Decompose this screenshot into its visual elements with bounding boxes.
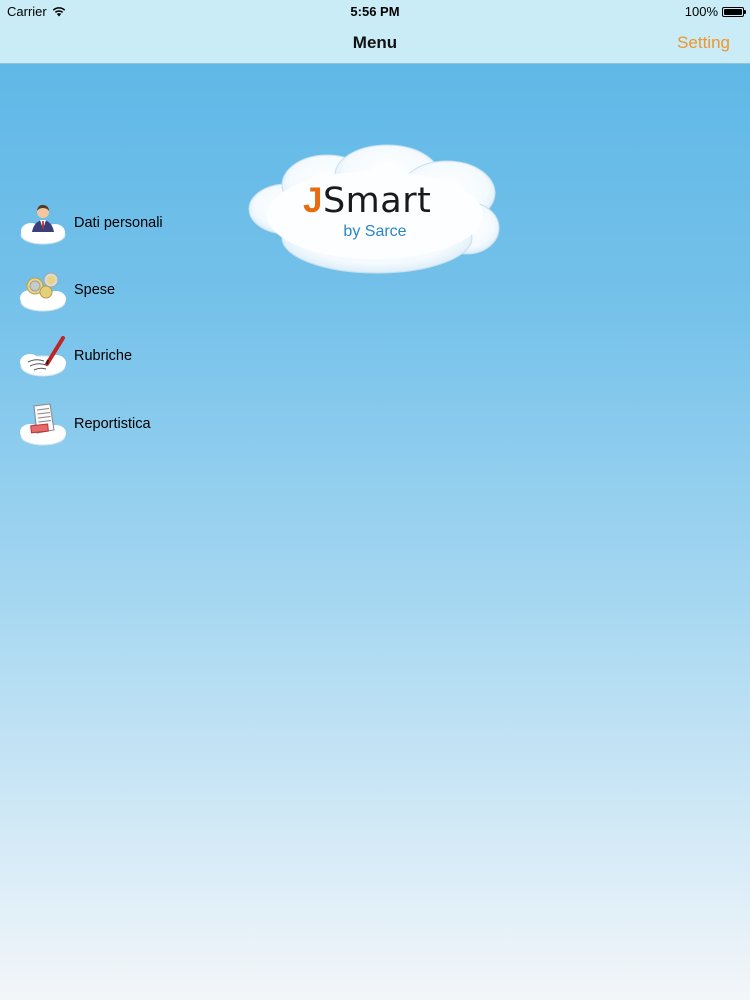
status-bar: Carrier 5:56 PM 100%	[0, 0, 750, 22]
person-cloud-icon	[18, 199, 68, 247]
setting-button[interactable]: Setting	[677, 33, 730, 53]
battery-percent: 100%	[684, 4, 718, 19]
status-time: 5:56 PM	[350, 4, 400, 19]
logo-name: Smart	[322, 181, 432, 221]
jsmart-logo: JSmart by Sarce	[247, 143, 503, 277]
coins-cloud-icon	[18, 266, 68, 314]
battery-icon	[722, 6, 746, 17]
menu-item-spese[interactable]: Spese	[18, 266, 238, 314]
page-title: Menu	[352, 33, 398, 52]
menu-item-label: Spese	[74, 282, 116, 298]
logo-subtitle: by Sarce	[343, 223, 407, 240]
logo-wordmark: JSmart	[303, 181, 473, 221]
battery-indicator: 100%	[684, 4, 746, 19]
navigation-bar: Menu Setting	[0, 22, 750, 64]
menu-item-label: Dati personali	[74, 215, 163, 231]
menu-item-rubriche[interactable]: Rubriche	[18, 332, 238, 380]
menu-item-label: Rubriche	[74, 348, 133, 364]
menu-item-reportistica[interactable]: Reportistica	[18, 400, 238, 448]
logo-j: J	[303, 181, 323, 220]
report-cloud-icon	[18, 400, 68, 448]
menu-item-dati-personali[interactable]: Dati personali	[18, 199, 238, 247]
pen-cloud-icon	[18, 332, 68, 380]
menu-item-label: Reportistica	[74, 416, 151, 432]
